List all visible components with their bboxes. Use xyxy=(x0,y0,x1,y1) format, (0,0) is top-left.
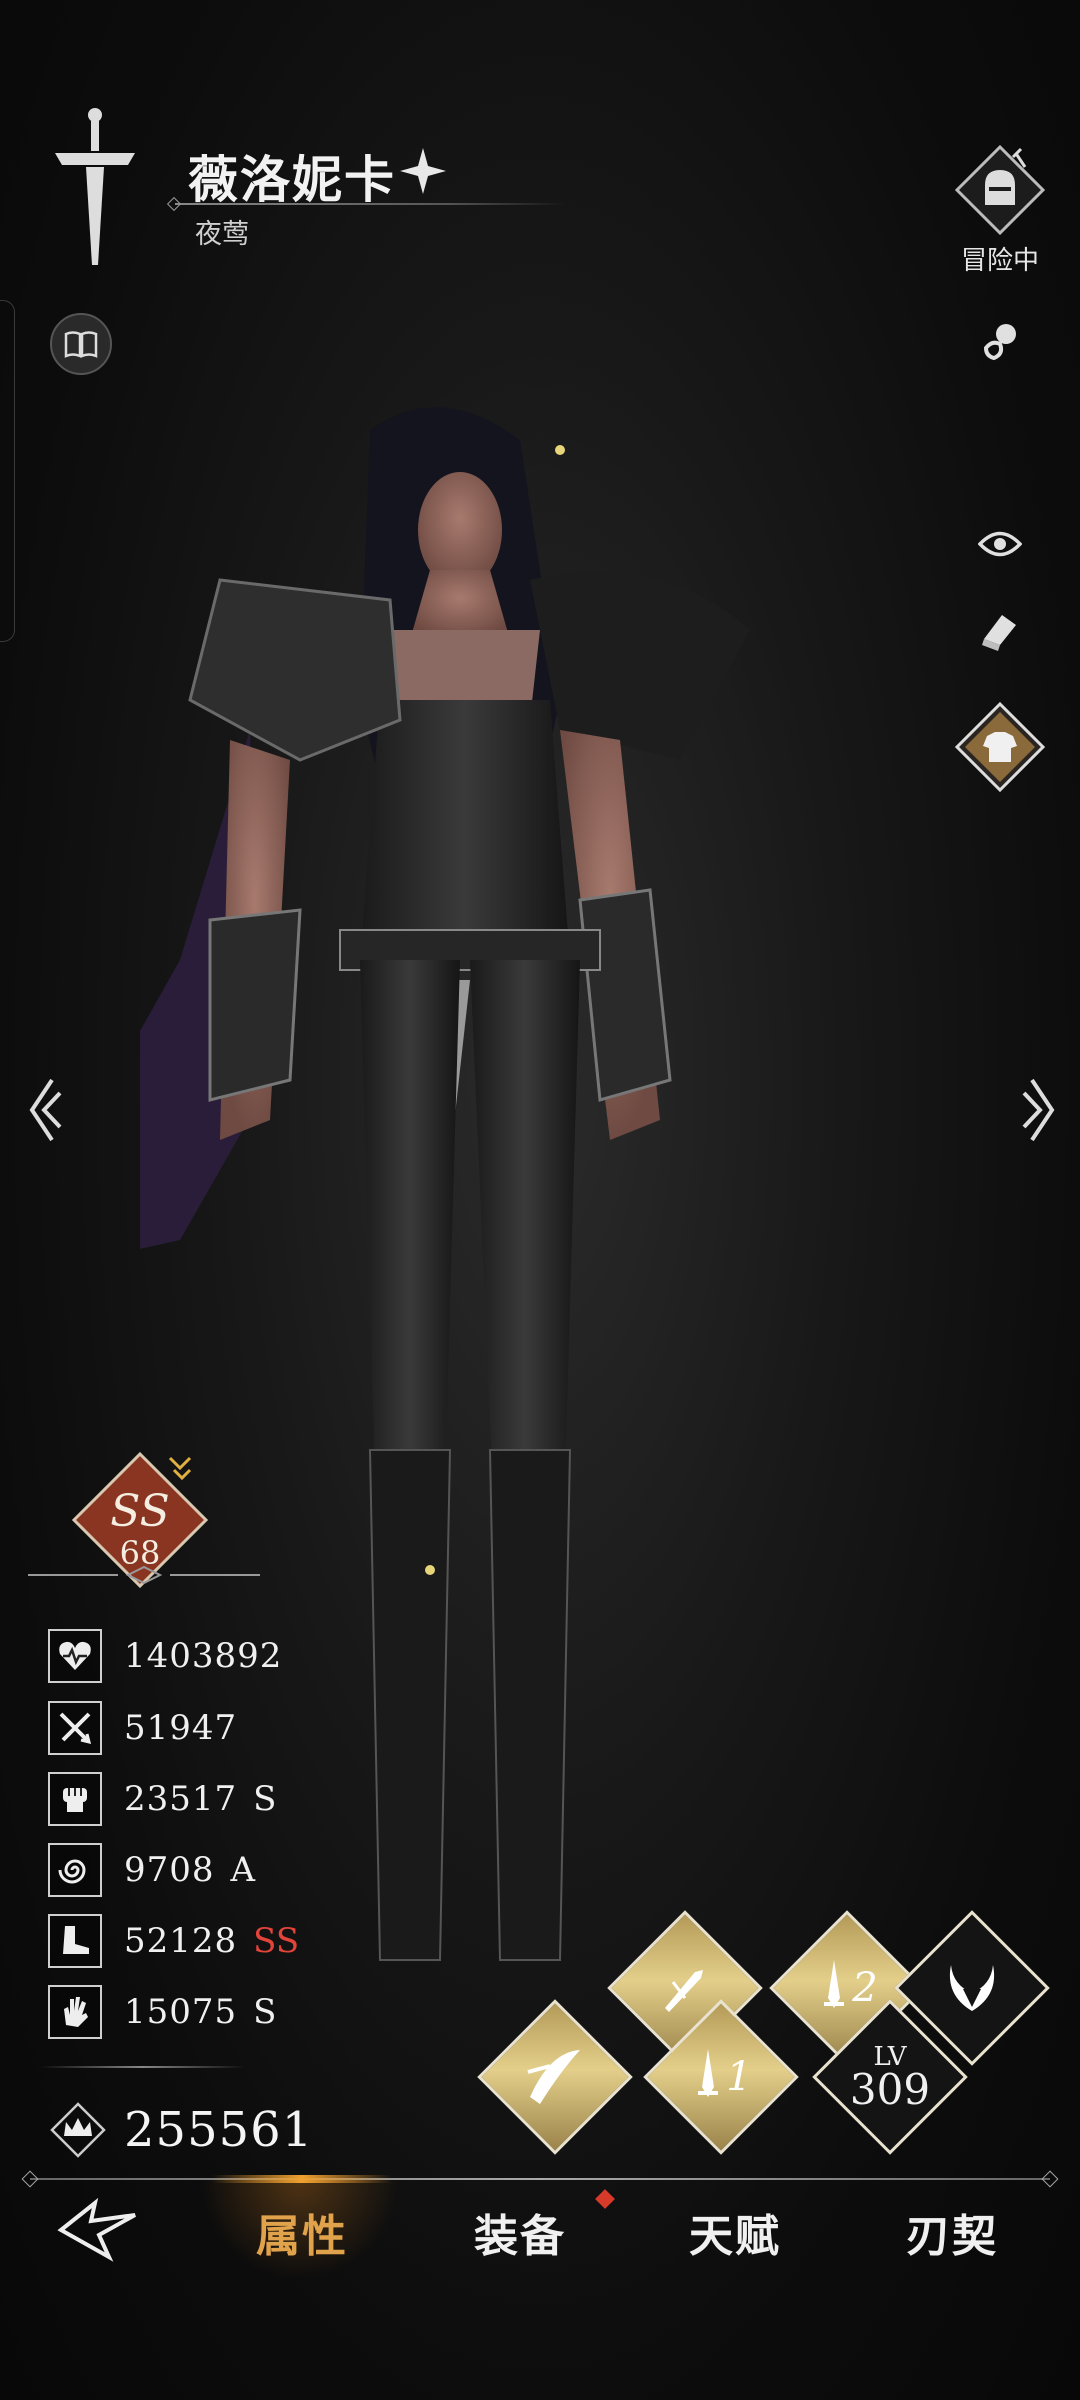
stat-grade: S xyxy=(253,1992,277,2032)
stat-value: 15075 xyxy=(124,1992,238,2032)
fist-icon xyxy=(48,1772,102,1826)
character-name: 薇洛妮卡 xyxy=(188,150,396,209)
tab-attributes[interactable]: 属性 xyxy=(222,2200,382,2264)
dagger-icon xyxy=(665,1970,703,2012)
stat-grade: SS xyxy=(253,1921,300,1961)
eraser-button[interactable] xyxy=(972,603,1028,659)
name-divider xyxy=(175,203,565,205)
hand-icon xyxy=(48,1985,102,2039)
left-edge-tab[interactable] xyxy=(0,300,15,642)
stat-grade: A xyxy=(230,1850,256,1890)
stat-value: 52128 xyxy=(124,1921,238,1961)
eye-icon xyxy=(978,531,1022,557)
stat-dexterity: 15075 S xyxy=(48,1984,276,2040)
crown-icon xyxy=(50,2102,106,2158)
eraser-icon xyxy=(982,615,1016,651)
book-icon xyxy=(64,331,98,358)
stat-value: 51947 xyxy=(124,1708,238,1748)
stat-value: 23517 xyxy=(124,1779,238,1819)
sword-icon xyxy=(55,108,135,265)
blade-icon xyxy=(824,1960,845,2008)
pacifier-button[interactable] xyxy=(972,314,1028,370)
outfit-button[interactable] xyxy=(955,702,1045,792)
blade-icon xyxy=(698,2049,719,2097)
stat-value: 9708 xyxy=(124,1850,215,1890)
level-value: 309 xyxy=(849,2065,931,2114)
heart-icon xyxy=(48,1629,102,1683)
tab-blade-pact[interactable]: 刃契 xyxy=(872,2200,1032,2264)
pacifier-icon xyxy=(983,324,1016,361)
chevron-left-icon[interactable] xyxy=(22,1075,68,1145)
slash-icon xyxy=(527,2050,580,2104)
chevron-right-icon[interactable] xyxy=(1016,1075,1062,1145)
skill-number: 2 xyxy=(852,1965,878,2011)
stat-hp: 1403892 xyxy=(48,1628,298,1684)
combat-power: 255561 xyxy=(50,2102,313,2158)
skill-number: 1 xyxy=(726,2054,752,2100)
active-tab-indicator xyxy=(212,2175,392,2183)
crescent-mask-icon xyxy=(949,1965,995,2011)
boot-icon xyxy=(48,1914,102,1968)
nav-divider xyxy=(30,2178,1050,2180)
crossed-swords-icon xyxy=(48,1701,102,1755)
book-button[interactable] xyxy=(50,313,112,375)
tab-talents[interactable]: 天赋 xyxy=(655,2200,815,2264)
rank-grade: SS xyxy=(110,1486,170,1537)
adventure-status-label: 冒险中 xyxy=(960,246,1039,276)
stat-agility: 52128 SS xyxy=(48,1913,299,1969)
stats-divider xyxy=(40,2066,245,2068)
combat-power-value: 255561 xyxy=(124,2102,314,2158)
spiral-icon xyxy=(48,1843,102,1897)
knight-helmet-icon[interactable] xyxy=(955,145,1045,235)
character-title: 夜莺 xyxy=(195,219,249,250)
star-icon xyxy=(400,148,446,194)
stat-grade: S xyxy=(253,1779,277,1819)
tab-equipment[interactable]: 装备 xyxy=(440,2200,600,2264)
back-arrow-icon[interactable] xyxy=(55,2195,140,2265)
rank-ornament-divider xyxy=(28,1565,260,1585)
stat-value: 1403892 xyxy=(124,1636,283,1676)
stat-skill: 9708 A xyxy=(48,1842,255,1898)
stat-strength: 23517 S xyxy=(48,1771,276,1827)
stat-attack: 51947 xyxy=(48,1700,253,1756)
eye-button[interactable] xyxy=(972,516,1028,572)
